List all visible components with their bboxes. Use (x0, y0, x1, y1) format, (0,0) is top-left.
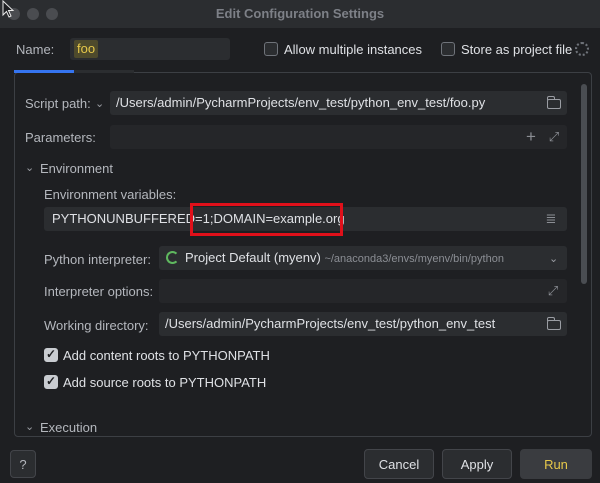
workdir-field[interactable]: /Users/admin/PycharmProjects/env_test/py… (159, 312, 567, 336)
store-project-checkbox[interactable] (441, 42, 455, 56)
tab-logs[interactable] (74, 70, 134, 73)
folder-icon[interactable] (547, 96, 561, 109)
source-roots-checkbox[interactable] (44, 374, 58, 389)
env-vars-label: Environment variables: (44, 187, 177, 202)
interpreter-chevron-down-icon[interactable]: ⌄ (549, 252, 558, 265)
help-button[interactable]: ? (10, 450, 36, 478)
execution-section-label[interactable]: Execution (40, 420, 97, 435)
allow-multiple-checkbox[interactable] (264, 42, 278, 56)
name-value[interactable]: foo (74, 40, 99, 58)
source-roots-label: Add source roots to PYTHONPATH (63, 375, 267, 390)
interpreter-options-label: Interpreter options: (44, 284, 154, 299)
window-title: Edit Configuration Settings (215, 6, 385, 21)
edit-list-icon[interactable]: ≣ (542, 207, 560, 231)
chevron-down-icon[interactable]: ⌄ (95, 97, 104, 110)
environment-chevron-icon[interactable]: ⌄ (25, 161, 34, 174)
gear-icon[interactable] (575, 42, 589, 56)
apply-button[interactable]: Apply (442, 449, 512, 479)
interpreter-label: Python interpreter: (44, 252, 151, 267)
execution-chevron-icon[interactable]: ⌄ (25, 420, 34, 433)
parameters-field[interactable] (110, 125, 567, 149)
tab-configuration[interactable] (14, 70, 74, 73)
workdir-label: Working directory: (44, 318, 149, 333)
interpreter-select[interactable]: Project Default (myenv) ~/anaconda3/envs… (159, 246, 567, 270)
env-vars-prefix: PYTHONUNBUFFERED= (52, 211, 203, 226)
expand-options-icon[interactable]: ⤢ (544, 279, 562, 303)
parameters-label: Parameters: (25, 130, 96, 145)
script-path-label[interactable]: Script path: (25, 96, 91, 111)
highlight-box (190, 203, 343, 236)
add-icon[interactable]: + (522, 125, 540, 149)
interpreter-options-field[interactable] (159, 279, 567, 303)
expand-icon[interactable]: ⤢ (545, 125, 563, 149)
workdir-value: /Users/admin/PycharmProjects/env_test/py… (165, 316, 496, 331)
script-path-field[interactable]: /Users/admin/PycharmProjects/env_test/py… (110, 91, 567, 115)
workdir-folder-icon[interactable] (547, 317, 561, 330)
interpreter-name: Project Default (myenv) (185, 250, 321, 265)
script-path-value: /Users/admin/PycharmProjects/env_test/py… (116, 95, 486, 110)
interpreter-path: ~/anaconda3/envs/myenv/bin/python (324, 253, 504, 265)
environment-section-label[interactable]: Environment (40, 161, 113, 176)
name-label: Name: (16, 42, 55, 57)
content-roots-checkbox[interactable] (44, 347, 58, 362)
cancel-button[interactable]: Cancel (364, 449, 434, 479)
python-status-icon (166, 251, 179, 264)
mouse-cursor-icon (2, 0, 15, 18)
store-project-label: Store as project file (461, 42, 573, 57)
run-button[interactable]: Run (520, 449, 592, 479)
allow-multiple-label: Allow multiple instances (284, 42, 423, 57)
content-roots-label: Add content roots to PYTHONPATH (63, 348, 270, 363)
panel-scrollbar[interactable] (581, 84, 587, 284)
